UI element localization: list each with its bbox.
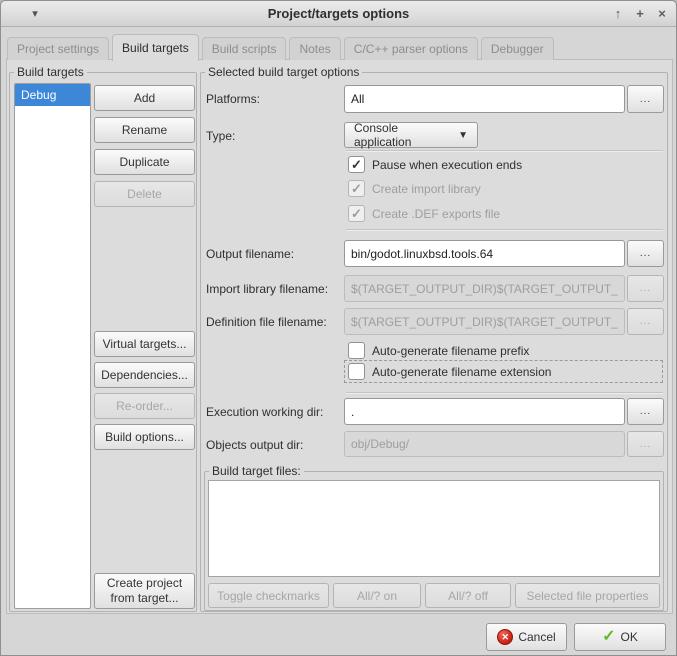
output-filename-browse-button[interactable]: ... xyxy=(627,240,664,267)
auto-generate-prefix-checkbox[interactable] xyxy=(348,342,365,359)
execution-working-dir-input[interactable] xyxy=(344,398,625,425)
execution-working-dir-label: Execution working dir: xyxy=(206,405,323,419)
execution-working-dir-browse-button[interactable]: ... xyxy=(627,398,664,425)
platforms-label: Platforms: xyxy=(206,92,260,106)
type-dropdown[interactable]: Console application ▼ xyxy=(344,122,478,148)
virtual-targets-button[interactable]: Virtual targets... xyxy=(94,331,195,357)
output-filename-label: Output filename: xyxy=(206,247,294,261)
build-target-files-list[interactable] xyxy=(208,480,660,577)
separator xyxy=(346,392,663,394)
create-import-library-label: Create import library xyxy=(372,182,481,196)
window-title: Project/targets options xyxy=(1,6,676,21)
build-target-files-group-label: Build target files: xyxy=(209,464,304,478)
definition-file-filename-label: Definition file filename: xyxy=(206,315,327,329)
create-import-library-checkbox: ✓ xyxy=(348,180,365,197)
objects-output-dir-label: Objects output dir: xyxy=(206,438,303,452)
titlebar: ▾ Project/targets options ↑ + × xyxy=(1,1,676,27)
add-button[interactable]: Add xyxy=(94,85,195,111)
auto-generate-prefix-label: Auto-generate filename prefix xyxy=(372,344,529,358)
build-targets-group-label: Build targets xyxy=(14,65,87,79)
auto-generate-extension-label: Auto-generate filename extension xyxy=(372,365,551,379)
ok-button-label: OK xyxy=(621,630,638,644)
type-label: Type: xyxy=(206,129,235,143)
dependencies-button[interactable]: Dependencies... xyxy=(94,362,195,388)
duplicate-button[interactable]: Duplicate xyxy=(94,149,195,175)
check-icon: ✓ xyxy=(351,182,362,195)
list-item-debug[interactable]: Debug xyxy=(15,84,90,106)
cancel-icon: ✕ xyxy=(497,629,513,645)
check-icon: ✓ xyxy=(351,207,362,220)
all-on-button: All/? on xyxy=(333,583,421,608)
project-targets-options-dialog: ▾ Project/targets options ↑ + × Project … xyxy=(0,0,677,656)
selected-options-group-label: Selected build target options xyxy=(205,65,362,79)
import-library-filename-label: Import library filename: xyxy=(206,282,328,296)
tab-notes[interactable]: Notes xyxy=(289,37,340,60)
tab-build-scripts[interactable]: Build scripts xyxy=(202,37,287,60)
import-library-filename-input xyxy=(344,275,625,302)
separator xyxy=(346,150,663,152)
maximize-window-icon[interactable]: + xyxy=(631,5,649,23)
type-dropdown-value: Console application xyxy=(354,121,450,149)
platforms-input[interactable] xyxy=(344,85,625,113)
delete-button: Delete xyxy=(94,181,195,207)
pause-when-execution-ends-label: Pause when execution ends xyxy=(372,158,522,172)
reorder-button: Re-order... xyxy=(94,393,195,419)
cancel-button[interactable]: ✕ Cancel xyxy=(486,623,567,651)
check-icon: ✓ xyxy=(351,158,362,171)
tab-cpp-parser-options[interactable]: C/C++ parser options xyxy=(344,37,478,60)
objects-output-dir-browse-button: ... xyxy=(627,431,664,457)
build-targets-list[interactable]: Debug xyxy=(14,83,91,609)
cancel-button-label: Cancel xyxy=(518,630,555,644)
tab-debugger[interactable]: Debugger xyxy=(481,37,554,60)
chevron-down-icon: ▼ xyxy=(458,130,468,141)
output-filename-input[interactable] xyxy=(344,240,625,267)
import-library-browse-button: ... xyxy=(627,275,664,302)
all-off-button: All/? off xyxy=(425,583,511,608)
toggle-checkmarks-button: Toggle checkmarks xyxy=(208,583,329,608)
create-project-from-target-button[interactable]: Create project from target... xyxy=(94,573,195,609)
rename-button[interactable]: Rename xyxy=(94,117,195,143)
definition-file-filename-input xyxy=(344,308,625,335)
tab-build-targets[interactable]: Build targets xyxy=(112,34,199,61)
selected-file-properties-button: Selected file properties xyxy=(515,583,660,608)
create-def-exports-label: Create .DEF exports file xyxy=(372,207,500,221)
shade-window-icon[interactable]: ↑ xyxy=(609,5,627,23)
pause-when-execution-ends-checkbox[interactable]: ✓ xyxy=(348,156,365,173)
ok-check-icon: ✓ xyxy=(602,629,615,645)
ok-button[interactable]: ✓ OK xyxy=(574,623,666,651)
build-options-button[interactable]: Build options... xyxy=(94,424,195,450)
auto-generate-extension-checkbox[interactable] xyxy=(348,363,365,380)
separator xyxy=(346,229,663,231)
tab-bar: Project settings Build targets Build scr… xyxy=(7,33,670,60)
objects-output-dir-input xyxy=(344,431,625,457)
create-def-exports-checkbox: ✓ xyxy=(348,205,365,222)
close-window-icon[interactable]: × xyxy=(653,5,671,23)
platforms-browse-button[interactable]: ... xyxy=(627,85,664,113)
tab-project-settings[interactable]: Project settings xyxy=(7,37,109,60)
definition-file-browse-button: ... xyxy=(627,308,664,335)
